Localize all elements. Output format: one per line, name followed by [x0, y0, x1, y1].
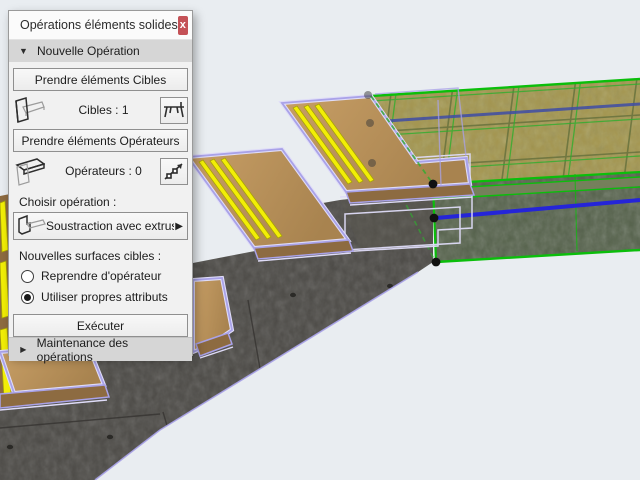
- operation-dropdown[interactable]: Soustraction avec extrusi... ▶: [13, 212, 188, 240]
- operator-pick-icon-button[interactable]: [160, 157, 188, 185]
- operators-counter: Opérateurs : 0: [65, 164, 142, 178]
- table-icon: [164, 102, 184, 118]
- section-new-operation[interactable]: ▼ Nouvelle Opération: [9, 40, 192, 62]
- radio-icon[interactable]: [21, 269, 34, 283]
- operation-selected-value: Soustraction avec extrusi...: [46, 219, 174, 233]
- target-pick-icon-button[interactable]: [160, 96, 188, 124]
- new-surfaces-label: Nouvelles surfaces cibles :: [19, 249, 162, 263]
- operator-solid-icon: [13, 155, 47, 187]
- section-new-operation-label: Nouvelle Opération: [37, 44, 140, 58]
- chevron-right-icon: ▶: [20, 345, 27, 354]
- dropdown-arrow-icon: ▶: [175, 220, 183, 232]
- radio-option-reprendre[interactable]: Reprendre d'opérateur: [21, 268, 188, 284]
- operation-solid-icon: [18, 214, 46, 235]
- palette-titlebar[interactable]: Opérations éléments solides x: [9, 11, 192, 40]
- palette-title: Opérations éléments solides: [20, 18, 178, 32]
- section-maintenance-label: Maintenance des opérations: [36, 335, 129, 364]
- choose-operation-label: Choisir opération :: [19, 195, 117, 209]
- radio-option-propres-attributs-label: Utiliser propres attributs: [41, 290, 168, 304]
- pick-operators-button[interactable]: Prendre éléments Opérateurs: [13, 129, 188, 152]
- section-maintenance[interactable]: ▶ Maintenance des opérations: [9, 335, 192, 364]
- close-icon[interactable]: x: [177, 15, 188, 35]
- pick-targets-button[interactable]: Prendre éléments Cibles: [13, 68, 188, 91]
- magic-arrow-icon: [164, 163, 183, 180]
- radio-icon[interactable]: [21, 290, 34, 304]
- radio-option-propres-attributs[interactable]: Utiliser propres attributs: [21, 289, 188, 305]
- target-solid-icon: [13, 94, 47, 126]
- targets-counter: Cibles : 1: [78, 103, 129, 117]
- chevron-down-icon: ▼: [19, 46, 28, 56]
- radio-option-reprendre-label: Reprendre d'opérateur: [41, 269, 162, 283]
- solid-operations-palette: Opérations éléments solides x ▼ Nouvelle…: [8, 10, 193, 364]
- execute-button[interactable]: Exécuter: [13, 314, 188, 337]
